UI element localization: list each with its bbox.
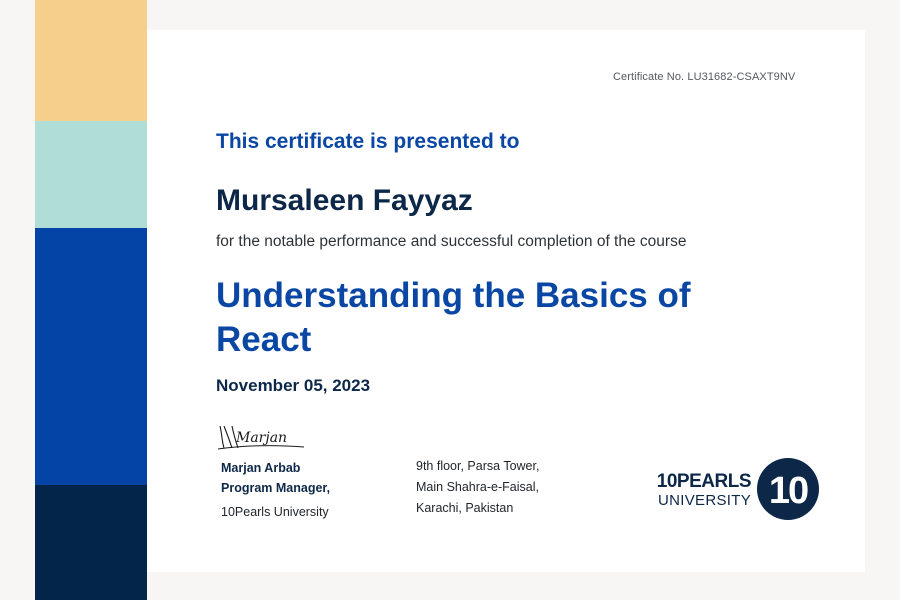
address-line-1: 9th floor, Parsa Tower, bbox=[416, 459, 540, 473]
address-line-3: Karachi, Pakistan bbox=[416, 501, 514, 515]
certificate-card: Certificate No. LU31682-CSAXT9NV This ce… bbox=[147, 30, 865, 572]
logo-wordmark: 10PEARLS UNIVERSITY bbox=[656, 471, 752, 510]
10pearls-university-logo: 10PEARLS UNIVERSITY 10 bbox=[631, 454, 821, 524]
presented-to-heading: This certificate is presented to bbox=[216, 130, 520, 153]
logo-mark-icon: 10 bbox=[757, 458, 819, 520]
stripe-peach bbox=[35, 0, 147, 121]
stripe-navy bbox=[35, 485, 147, 600]
signatory-name: Marjan Arbab bbox=[221, 461, 301, 475]
stripe-blue bbox=[35, 228, 147, 485]
signatory-title: Program Manager, bbox=[221, 481, 331, 495]
certificate-number: Certificate No. LU31682-CSAXT9NV bbox=[613, 71, 796, 83]
signatory-organization: 10Pearls University bbox=[221, 505, 329, 519]
signature-image: Marjan bbox=[217, 425, 305, 450]
svg-text:10: 10 bbox=[769, 470, 808, 512]
svg-text:Marjan: Marjan bbox=[235, 430, 287, 446]
signatory-block: Marjan Arbab Program Manager, 10Pearls U… bbox=[221, 458, 330, 522]
completion-statement: for the notable performance and successf… bbox=[216, 233, 687, 250]
address-block: 9th floor, Parsa Tower, Main Shahra-e-Fa… bbox=[416, 456, 539, 519]
address-line-2: Main Shahra-e-Faisal, bbox=[416, 480, 539, 494]
recipient-name: Mursaleen Fayyaz bbox=[216, 184, 473, 217]
stripe-mint bbox=[35, 121, 147, 228]
logo-brand-text: 10PEARLS bbox=[656, 471, 752, 492]
course-title: Understanding the Basics of React bbox=[216, 276, 691, 359]
logo-sub-text: UNIVERSITY bbox=[657, 492, 751, 509]
completion-date: November 05, 2023 bbox=[216, 376, 371, 395]
